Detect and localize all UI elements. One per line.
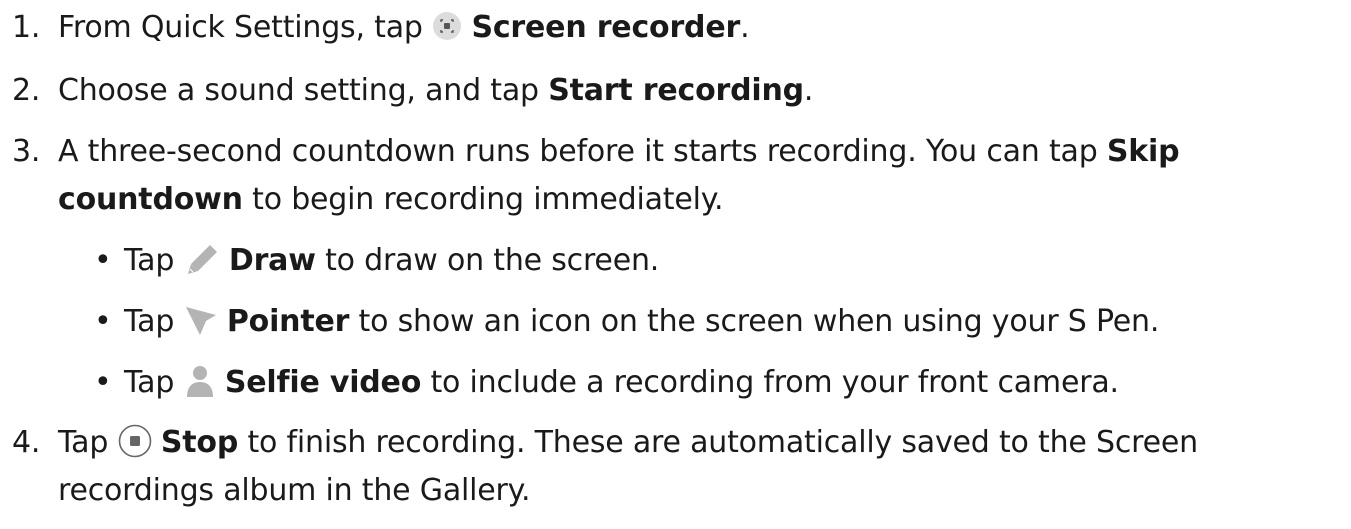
bullet-tap: Tap: [124, 243, 175, 278]
bullet-pointer: • Tap Pointer to show an icon on the scre…: [94, 302, 1159, 342]
step-3-line-1: 3. A three-second countdown runs before i…: [12, 132, 1180, 172]
stop-icon: [118, 424, 152, 458]
bullet-text: to include a recording from your front c…: [430, 365, 1119, 400]
person-icon: [184, 364, 216, 398]
step-text: Choose a sound setting, and tap: [58, 73, 539, 108]
countdown-label: countdown: [58, 182, 243, 217]
screen-recorder-icon: [432, 11, 462, 41]
step-text-end: .: [803, 73, 814, 108]
bullet-draw: • Tap Draw to draw on the screen.: [94, 241, 659, 281]
step-text: A three-second countdown runs before it …: [58, 134, 1098, 169]
bullet-text: to show an icon on the screen when using…: [358, 304, 1160, 339]
step-4-line-1: 4. Tap Stop to finish recording. These ar…: [12, 423, 1198, 463]
start-recording-label: Start recording: [548, 73, 804, 108]
bullet-selfie: • Tap Selfie video to include a recording…: [94, 363, 1119, 403]
page: { "steps": [ { "number": "1.", "text_bef…: [0, 0, 1351, 529]
bullet-text: to draw on the screen.: [325, 243, 660, 278]
pencil-icon: [184, 242, 220, 276]
selfie-video-label: Selfie video: [224, 365, 422, 400]
step-4-line-2: recordings album in the Gallery.: [58, 471, 530, 511]
pointer-icon: [184, 303, 218, 337]
step-text-end: .: [740, 10, 750, 45]
step-2: 2. Choose a sound setting, and tap Start …: [12, 71, 813, 111]
bullet-dot: •: [94, 243, 112, 278]
skip-label: Skip: [1106, 134, 1180, 169]
screen-recorder-label: Screen recorder: [471, 10, 741, 45]
step-text: to finish recording. These are automatic…: [247, 425, 1198, 460]
bullet-dot: •: [94, 304, 112, 339]
step-text: recordings album in the Gallery.: [58, 473, 531, 508]
step-1: 1. From Quick Settings, tap Screen record…: [12, 8, 750, 48]
step-number: 1.: [12, 10, 41, 45]
step-number: 2.: [12, 73, 41, 108]
bullet-tap: Tap: [124, 365, 175, 400]
step-text: From Quick Settings, tap: [58, 10, 423, 45]
step-text: to begin recording immediately.: [252, 182, 724, 217]
step-tap: Tap: [58, 425, 109, 460]
step-number: 4.: [12, 425, 41, 460]
step-number: 3.: [12, 134, 41, 169]
bullet-tap: Tap: [124, 304, 175, 339]
stop-label: Stop: [160, 425, 239, 460]
draw-label: Draw: [228, 243, 316, 278]
bullet-dot: •: [94, 365, 112, 400]
step-3-line-2: countdown to begin recording immediately…: [58, 180, 724, 220]
pointer-label: Pointer: [226, 304, 350, 339]
